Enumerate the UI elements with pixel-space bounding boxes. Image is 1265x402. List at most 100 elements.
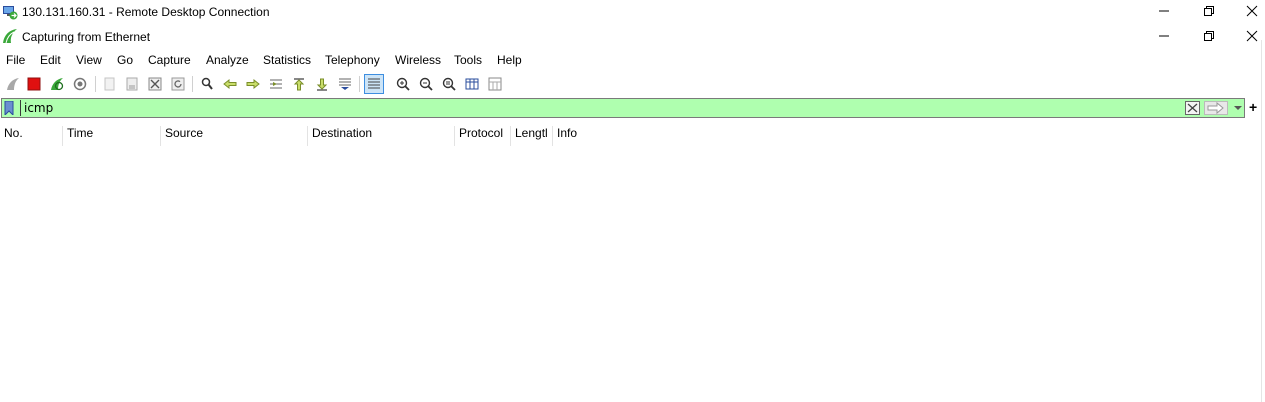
column-protocol[interactable]: Protocol	[459, 126, 509, 146]
save-file-button[interactable]	[122, 74, 142, 94]
normal-size-icon	[442, 77, 456, 91]
app-restore-button[interactable]	[1186, 25, 1232, 47]
auto-scroll-icon	[339, 78, 351, 90]
go-forward-icon	[246, 78, 260, 90]
packet-list[interactable]	[0, 146, 1260, 402]
clear-filter-icon[interactable]	[1185, 101, 1200, 115]
find-packet-button[interactable]	[197, 74, 217, 94]
app-close-button[interactable]	[1229, 25, 1265, 47]
minimize-icon	[1159, 35, 1169, 37]
wireshark-fin-icon	[3, 29, 17, 44]
go-to-packet-button[interactable]	[266, 74, 286, 94]
reload-file-button[interactable]	[168, 74, 188, 94]
menu-analyze[interactable]: Analyze	[206, 53, 249, 67]
rdp-minimize-button[interactable]	[1141, 0, 1187, 22]
add-filter-button[interactable]: +	[1249, 99, 1257, 115]
restore-icon	[1204, 31, 1214, 41]
find-packet-icon	[201, 77, 213, 90]
column-no[interactable]: No.	[4, 126, 60, 146]
close-file-icon	[148, 77, 162, 91]
menu-file[interactable]: File	[6, 53, 25, 67]
column-divider[interactable]	[160, 126, 161, 146]
rdp-title-bar: 130.131.160.31 - Remote Desktop Connecti…	[0, 0, 1265, 24]
menu-bar: File Edit View Go Capture Analyze Statis…	[0, 50, 1260, 70]
normal-size-button[interactable]	[439, 74, 459, 94]
filter-input-wrap	[20, 100, 1182, 116]
menu-go[interactable]: Go	[117, 53, 133, 67]
menu-edit[interactable]: Edit	[40, 53, 61, 67]
restart-capture-icon	[51, 78, 64, 91]
last-packet-button[interactable]	[312, 74, 332, 94]
main-toolbar	[0, 72, 1260, 96]
close-icon	[1246, 30, 1258, 42]
minimize-icon	[1159, 10, 1169, 12]
menu-help[interactable]: Help	[497, 53, 522, 67]
reload-file-icon	[171, 77, 185, 91]
rdp-close-button[interactable]	[1229, 0, 1265, 22]
remote-desktop-icon	[3, 6, 18, 20]
menu-view[interactable]: View	[76, 53, 102, 67]
go-to-packet-icon	[270, 79, 282, 89]
capture-options-button[interactable]	[70, 74, 90, 94]
shark-fin-start-icon	[7, 78, 19, 90]
column-info[interactable]: Info	[557, 126, 757, 146]
close-file-button[interactable]	[145, 74, 165, 94]
save-file-icon	[126, 77, 138, 91]
bookmark-icon[interactable]	[4, 101, 14, 115]
open-file-icon	[104, 77, 115, 91]
zoom-out-icon	[419, 77, 433, 91]
column-time[interactable]: Time	[67, 126, 159, 146]
column-divider[interactable]	[552, 126, 553, 146]
menu-wireless[interactable]: Wireless	[395, 53, 441, 67]
apply-filter-icon[interactable]	[1204, 101, 1228, 115]
column-destination[interactable]: Destination	[312, 126, 452, 146]
go-back-button[interactable]	[220, 74, 240, 94]
column-length[interactable]: Lengtl	[515, 126, 551, 146]
zoom-in-icon	[396, 77, 410, 91]
display-filter-bar	[1, 98, 1245, 118]
menu-statistics[interactable]: Statistics	[263, 53, 311, 67]
rdp-restore-button[interactable]	[1186, 0, 1232, 22]
column-divider[interactable]	[307, 126, 308, 146]
zoom-in-button[interactable]	[393, 74, 413, 94]
colorize-button[interactable]	[364, 74, 384, 94]
go-forward-button[interactable]	[243, 74, 263, 94]
first-packet-icon	[293, 78, 305, 91]
filter-history-dropdown-icon[interactable]	[1232, 101, 1244, 115]
stop-capture-button[interactable]	[24, 74, 44, 94]
start-capture-button[interactable]	[3, 74, 23, 94]
layout-icon	[488, 77, 502, 91]
colorize-icon	[368, 78, 380, 89]
last-packet-icon	[316, 78, 328, 91]
resize-columns-icon	[465, 78, 479, 90]
app-title-bar: Capturing from Ethernet	[0, 24, 1265, 48]
go-back-icon	[223, 78, 237, 90]
stop-capture-icon	[27, 77, 41, 91]
packet-list-header: No. Time Source Destination Protocol Len…	[0, 122, 1260, 146]
restart-capture-button[interactable]	[47, 74, 67, 94]
toolbar-separator	[359, 76, 360, 92]
column-divider[interactable]	[454, 126, 455, 146]
column-divider[interactable]	[510, 126, 511, 146]
toolbar-separator	[95, 76, 96, 92]
restore-icon	[1204, 6, 1214, 16]
menu-telephony[interactable]: Telephony	[325, 53, 380, 67]
display-filter-input[interactable]	[21, 100, 1181, 116]
menu-tools[interactable]: Tools	[454, 53, 482, 67]
first-packet-button[interactable]	[289, 74, 309, 94]
toolbar-separator	[192, 76, 193, 92]
open-file-button[interactable]	[99, 74, 119, 94]
app-title: Capturing from Ethernet	[22, 30, 151, 44]
layout-button[interactable]	[485, 74, 505, 94]
menu-capture[interactable]: Capture	[148, 53, 191, 67]
close-icon	[1246, 5, 1258, 17]
window-edge	[1261, 40, 1262, 402]
auto-scroll-button[interactable]	[335, 74, 355, 94]
app-minimize-button[interactable]	[1141, 25, 1187, 47]
capture-options-icon	[73, 77, 87, 91]
resize-columns-button[interactable]	[462, 74, 482, 94]
column-divider[interactable]	[62, 126, 63, 146]
zoom-out-button[interactable]	[416, 74, 436, 94]
column-source[interactable]: Source	[165, 126, 305, 146]
rdp-title: 130.131.160.31 - Remote Desktop Connecti…	[22, 5, 270, 19]
